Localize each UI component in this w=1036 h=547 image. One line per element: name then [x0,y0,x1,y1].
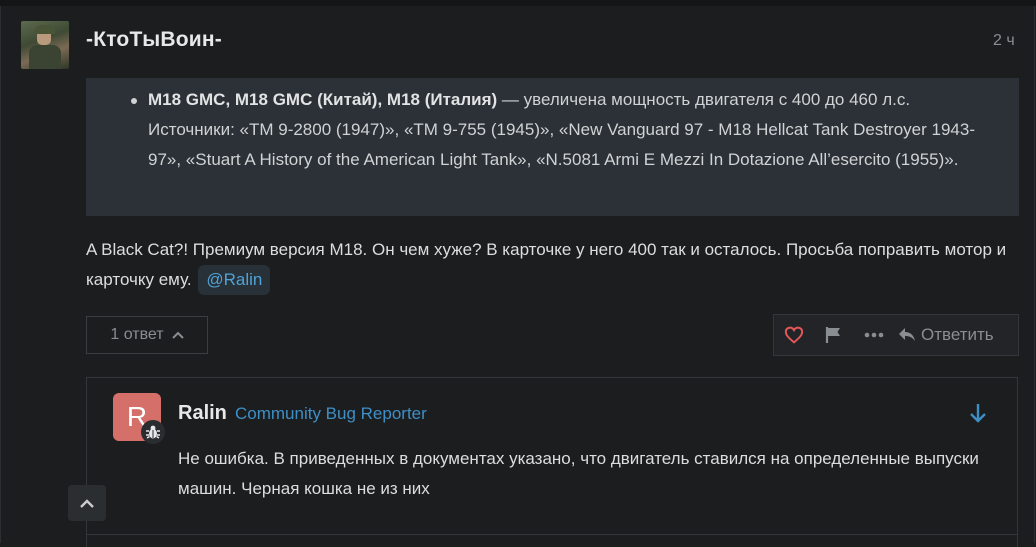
avatar-figure-helmet [34,25,55,34]
replies-label: 1 ответ [110,326,164,343]
reply-username[interactable]: Ralin [178,402,227,425]
reply-user-title: Community Bug Reporter [235,404,427,423]
reply-label: Ответить [921,325,994,344]
reply-divider [86,534,1018,535]
reply-text: Не ошибка. В приведенных в документах ук… [178,449,979,498]
left-rule [0,6,1,543]
quote-list-item: M18 GMC, M18 GMC (Китай), M18 (Италия) —… [131,78,988,175]
like-button[interactable] [774,315,814,355]
quote-bold: M18 GMC, M18 GMC (Китай), M18 (Италия) [148,90,498,109]
bug-badge [141,420,165,444]
flag-icon [825,327,840,343]
flag-button[interactable] [814,315,854,355]
ellipsis-icon [864,332,884,338]
right-rule [1034,6,1035,543]
post-body: A Black Cat?! Премиум версия M18. Он чем… [86,235,1016,295]
bullet-icon [131,98,137,104]
heart-icon [784,326,804,344]
chevron-up-icon [80,498,94,508]
reply-button[interactable]: Ответить [894,315,998,355]
mention-link[interactable]: @Ralin [198,265,271,295]
post-username[interactable]: -КтоТыВоин- [86,28,222,52]
post-actions: Ответить [773,314,1019,356]
bug-icon [146,425,160,439]
chevron-up-icon [171,331,184,339]
avatar-figure-body [29,45,61,69]
user-avatar[interactable] [21,21,69,69]
post-time[interactable]: 2 ч [993,32,1015,50]
show-replies-button[interactable]: 1 ответ [86,316,208,354]
reply-arrow-icon [899,328,915,341]
more-button[interactable] [854,315,894,355]
arrow-down-icon[interactable] [966,401,990,425]
scroll-to-top-button[interactable] [68,485,106,521]
quote-block: M18 GMC, M18 GMC (Китай), M18 (Италия) —… [86,78,1019,216]
